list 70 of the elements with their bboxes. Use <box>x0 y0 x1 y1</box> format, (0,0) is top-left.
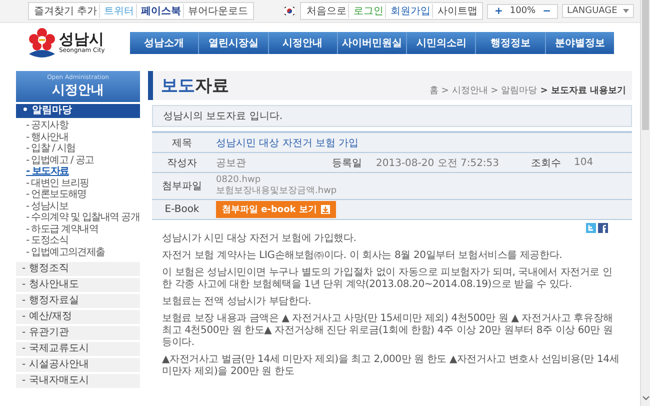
date-value: 2013-08-20 오전 7:52:53 <box>375 156 500 170</box>
sidebar-item[interactable]: - 국내자매도시 <box>16 374 140 388</box>
author-label: 작성자 <box>166 156 198 170</box>
article-paragraph: ▲자전거사고 벌금(만 14세 미만자 제외)을 최고 2,000만 원 한도 ▲자전거사고 변호사 선임비용(만 14세 미만자 제외)을 200만 원 한도 <box>162 354 620 378</box>
zoom-in-button[interactable]: + <box>491 6 506 16</box>
author-value: 공보관 <box>215 156 247 170</box>
article-paragraph: 보험료는 전액 성남시가 부담한다. <box>162 296 312 308</box>
zoom-out-button[interactable]: − <box>540 6 554 16</box>
sidebar-subitem[interactable]: - 입찰 / 시험 <box>26 143 76 154</box>
breadcrumb-link[interactable]: > 보도자료 내용보기 <box>540 84 626 97</box>
subject-value: 성남시민 대상 자전거 보험 가입 <box>215 136 360 150</box>
download-icon <box>320 205 330 214</box>
nav-menu-item[interactable]: 열린시장실 <box>199 32 269 54</box>
sidebar-item[interactable]: - 유관기관 <box>16 326 140 340</box>
top-link[interactable]: 페이스북 <box>139 4 184 18</box>
sidebar-item[interactable]: - 국제교류도시 <box>16 342 140 356</box>
nav-menu-item[interactable]: 성남소개 <box>130 32 200 54</box>
sidebar-item[interactable]: - 행정조직 <box>16 262 140 276</box>
breadcrumb-link[interactable]: > 알림마당 <box>490 84 538 97</box>
intro-text: 성남시의 보도자료 입니다. <box>152 105 632 127</box>
top-link[interactable]: 회원가입 <box>388 4 434 18</box>
top-link[interactable]: 뷰어다운로드 <box>186 4 250 18</box>
sidebar-subitem[interactable]: - 도정소식 <box>26 235 68 246</box>
views-value: 104 <box>573 157 594 168</box>
flower-emblem-icon <box>28 27 56 59</box>
sidebar-subitem[interactable]: - 하도급 계약내역 <box>26 224 98 235</box>
flag-icon <box>283 6 296 16</box>
sidebar-subitem[interactable]: - 성남시보 <box>26 200 68 212</box>
top-link[interactable]: 처음으로 <box>304 4 350 18</box>
sidebar-subitem[interactable]: - 대변인 브리핑 <box>26 178 89 189</box>
facebook-icon[interactable] <box>598 223 608 233</box>
language-dropdown[interactable]: LANGUAGE <box>562 4 634 18</box>
zoom-level: 100% <box>508 6 537 16</box>
nav-menu-item[interactable]: 분야별정보 <box>546 32 614 54</box>
sidebar-subitem[interactable]: - 보도자료 <box>26 166 69 178</box>
subject-label: 제목 <box>171 136 193 150</box>
page-title: 보도자료 <box>161 75 229 97</box>
article-paragraph: 이 보험은 성남시민이면 누구나 별도의 가입절차 없이 자동으로 피보험자가 되며, 국내에서 자전거로 인한 각종 사고에 대한 보험혜택을 1년 단위 계약(2013.08.20~2014.08.19)으로 받을 수 있다. <box>162 267 614 291</box>
breadcrumb-link[interactable]: 홈 <box>429 84 438 97</box>
sidebar-subitem[interactable]: - 입법예고 / 공고 <box>26 154 94 166</box>
sidebar-item[interactable]: • 알림마당 <box>16 104 140 118</box>
top-link[interactable]: 즐겨찾기 추가 <box>32 4 100 18</box>
logo-name: 성남시 <box>59 32 104 47</box>
article-paragraph: 자전거 보험 계약사는 LIG손해보험㈜이다. 이 회사는 8월 20일부터 보험서비스를 제공한다. <box>162 250 564 262</box>
caret-icon <box>623 9 629 13</box>
sidebar-subitem[interactable]: - 수의계약 및 입찰내역 공개 <box>26 212 140 224</box>
nav-menu-item[interactable]: 행정정보 <box>476 32 546 54</box>
nav-menu-item[interactable]: 사이버민원실 <box>338 32 408 54</box>
top-link[interactable]: 로그인 <box>351 4 386 18</box>
attachment-label: 첨부파일 <box>161 180 203 193</box>
sidebar-subitem[interactable]: - 공지사항 <box>26 120 68 132</box>
sidebar-subitem[interactable]: - 언론보도해명 <box>26 189 86 200</box>
views-label: 조회수 <box>530 156 562 170</box>
scroll-down-icon[interactable] <box>642 394 650 402</box>
top-link[interactable]: 사이트맵 <box>435 4 480 18</box>
sidebar-subitem[interactable]: - 입법예고의견제출 <box>26 246 105 258</box>
article-paragraph: 성남시가 시민 대상 자전거 보험에 가입했다. <box>162 233 358 245</box>
sidebar-item[interactable]: - 시설공사안내 <box>16 358 140 372</box>
breadcrumb-link[interactable]: > 시정안내 <box>441 84 488 97</box>
sidebar-subitem[interactable]: - 행사안내 <box>26 132 68 143</box>
sidebar-title: 시정안내 <box>51 82 105 99</box>
nav-menu-item[interactable]: 시민의소리 <box>407 32 476 54</box>
sidebar-item[interactable]: - 예산/재정 <box>16 310 140 324</box>
sidebar-item[interactable]: - 청사안내도 <box>16 278 140 292</box>
ebook-label: E-Book <box>164 204 200 215</box>
sidebar-item[interactable]: - 행정자료실 <box>16 294 140 308</box>
scrollbar-thumb[interactable] <box>642 0 649 130</box>
article-paragraph: 보험료 보장 내용과 금액은 ▲ 자전거사고 사망(만 15세미만 제외) 4천500만 원 ▲ 자전거사고 후유장해 최고 4천500만 원 한도▲ 자전거상해 진단 위로금(1회에 한함) 4주 이상 20만 원부터 8주 이상 60만 원 등이다. <box>162 313 614 349</box>
nav-menu-item[interactable]: 시정안내 <box>268 32 338 54</box>
date-label: 등록일 <box>331 156 363 170</box>
